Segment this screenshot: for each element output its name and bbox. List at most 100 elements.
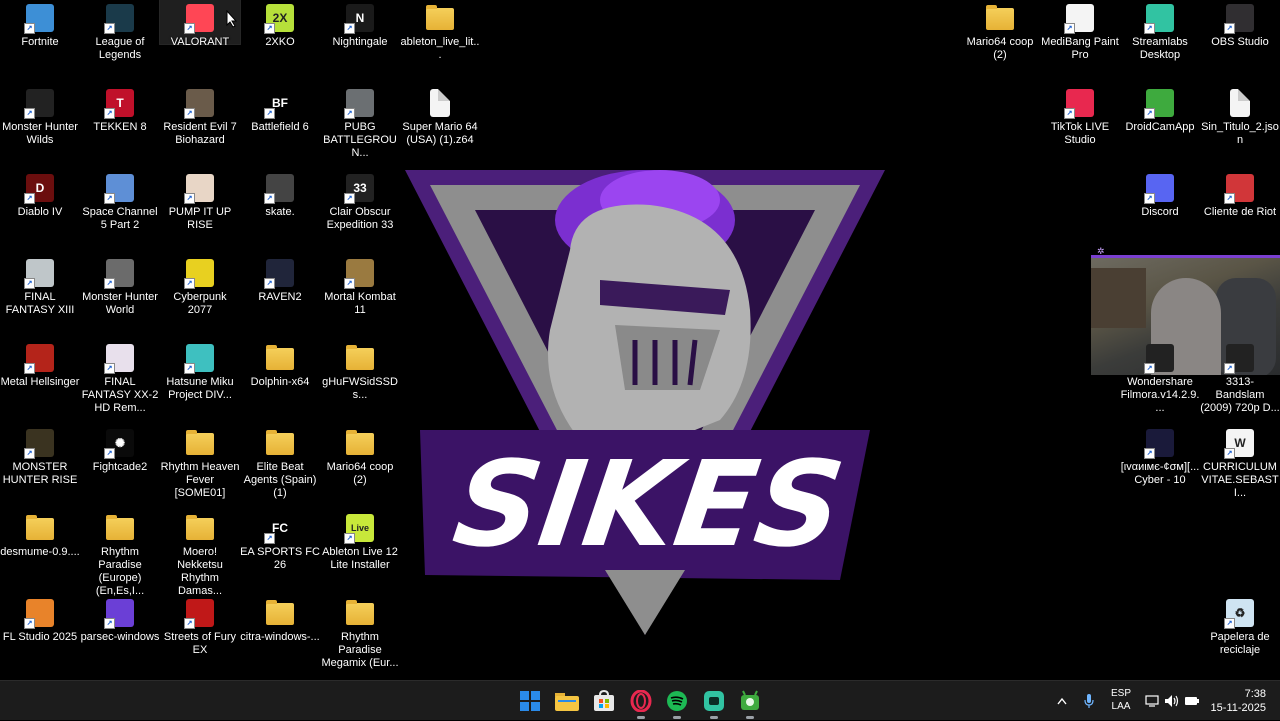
desktop-icon-folder[interactable]: ableton_live_lit...: [400, 0, 480, 80]
desktop-icon-final-fantasy-x[interactable]: ↗ FINAL FANTASY XX-2 HD Rem...: [80, 340, 160, 420]
desktop-icon-folder[interactable]: Mario64 coop (2): [320, 425, 400, 505]
desktop-icon-filmora[interactable]: ↗ Wondershare Filmora.v14.2.9....: [1120, 340, 1200, 420]
desktop-icon-final-fantasy-xiii[interactable]: ↗ FINAL FANTASY XIII: [0, 255, 80, 335]
desktop-icon-metal-hellsinger[interactable]: ↗ Metal Hellsinger: [0, 340, 80, 420]
desktop-icon-folder[interactable]: desmume-0.9....: [0, 510, 80, 590]
desktop-icon-space-channel-5[interactable]: ↗ Space Channel 5 Part 2: [80, 170, 160, 250]
desktop-icon-recycle-bin[interactable]: ♻ ↗ Papelera de reciclaje: [1200, 595, 1280, 675]
desktop-icon-parsec[interactable]: ↗ parsec-windows: [80, 595, 160, 675]
desktop-icon-resident-evil-7[interactable]: ↗ Resident Evil 7 Biohazard: [160, 85, 240, 165]
desktop-icon-label: Moero! Nekketsu Rhythm Damas...: [177, 546, 223, 597]
desktop-icon-video-file[interactable]: ↗ [ιvαиιмє-¢σм][... Cyber - 10: [1120, 425, 1200, 505]
droidcam-taskbar-button[interactable]: [736, 687, 764, 719]
desktop-icon-folder[interactable]: Dolphin-x64: [240, 340, 320, 420]
desktop-icon-streamlabs[interactable]: ↗ Streamlabs Desktop: [1120, 0, 1200, 80]
desktop-icon-medibang-paint[interactable]: ↗ MediBang Paint Pro: [1040, 0, 1120, 80]
folder-icon: [26, 515, 54, 540]
show-hidden-icons-button[interactable]: [1053, 681, 1071, 721]
network-button[interactable]: [1143, 681, 1161, 721]
desktop-icon-word-document[interactable]: W ↗ CURRICULUM VITAE.SEBASTI...: [1200, 425, 1280, 505]
volume-button[interactable]: [1163, 681, 1181, 721]
desktop-icon-label: EA SPORTS FC 26: [240, 546, 320, 571]
desktop-icon-monster-hunter-rise[interactable]: ↗ MONSTER HUNTER RISE: [0, 425, 80, 505]
folder-icon: [266, 345, 294, 370]
clair-obscur-icon: 33 ↗: [344, 174, 374, 204]
desktop-icon-folder[interactable]: gHuFWSidSSDs...: [320, 340, 400, 420]
video-file-icon: ↗: [1224, 344, 1254, 374]
desktop-icon-obs-studio[interactable]: ↗ OBS Studio: [1200, 0, 1280, 80]
input-language-indicator[interactable]: ESP LAA: [1110, 687, 1132, 713]
desktop-icon-tiktok-live[interactable]: ↗ TikTok LIVE Studio: [1040, 85, 1120, 165]
desktop-icon-fl-studio[interactable]: ↗ FL Studio 2025: [0, 595, 80, 675]
icon-glyph: W: [1234, 436, 1246, 450]
filmora-icon: ↗: [1144, 344, 1174, 374]
opera-gx-button[interactable]: [627, 687, 655, 719]
taskbar-clock[interactable]: 7:38 15-11-2025: [1211, 687, 1266, 715]
chevron-up-icon: [1057, 697, 1067, 705]
desktop-icon-label: League of Legends: [95, 36, 145, 61]
desktop-icon-2xko[interactable]: 2X ↗ 2XKO: [240, 0, 320, 80]
desktop-icon-folder[interactable]: Elite Beat Agents (Spain) (1): [240, 425, 320, 505]
monster-hunter-wilds-icon: ↗: [24, 89, 54, 119]
desktop-icon-folder[interactable]: Moero! Nekketsu Rhythm Damas...: [160, 510, 240, 597]
desktop-icon-label: parsec-windows: [80, 631, 160, 643]
shortcut-arrow-icon: ↗: [24, 23, 35, 34]
desktop-icon-mortal-kombat[interactable]: ↗ Mortal Kombat 11: [320, 255, 400, 335]
desktop-icon-label: desmume-0.9....: [0, 546, 80, 558]
shortcut-arrow-icon: ↗: [24, 618, 35, 629]
desktop-icon-droidcam[interactable]: ↗ DroidCamApp: [1120, 85, 1200, 165]
desktop-icon-monster-hunter-world[interactable]: ↗ Monster Hunter World: [80, 255, 160, 335]
microsoft-store-button[interactable]: [590, 687, 618, 715]
desktop-icon-discord[interactable]: ↗ Discord: [1120, 170, 1200, 250]
desktop-icon-nightingale[interactable]: N ↗ Nightingale: [320, 0, 400, 80]
desktop-icon-file[interactable]: Sin_Titulo_2.json: [1200, 85, 1280, 165]
desktop-icon-file[interactable]: Super Mario 64 (USA) (1).z64: [400, 85, 480, 165]
webcam-background-shelf: [1091, 268, 1146, 328]
desktop-icon-label: FINAL FANTASY XX-2 HD Rem...: [81, 376, 159, 414]
desktop-icon-diablo-iv[interactable]: D ↗ Diablo IV: [0, 170, 80, 250]
desktop-icon-riot-client[interactable]: ↗ Cliente de Riot: [1200, 170, 1280, 250]
battery-button[interactable]: [1183, 681, 1201, 721]
desktop-icon-skate[interactable]: ↗ skate.: [240, 170, 320, 250]
file-explorer-button[interactable]: [553, 687, 581, 715]
video-file-icon: ↗: [1144, 429, 1174, 459]
desktop-icon-folder[interactable]: Rhythm Paradise Megamix (Eur...: [320, 595, 400, 675]
desktop-icon-label: Mario64 coop (2): [326, 461, 394, 486]
droidcam-icon: ↗: [1144, 89, 1174, 119]
shortcut-arrow-icon: ↗: [1144, 23, 1155, 34]
monster-hunter-rise-icon: ↗: [24, 429, 54, 459]
desktop-icon-label: Papelera de reciclaje: [1210, 631, 1270, 656]
desktop-icon-fortnite[interactable]: ↗ Fortnite: [0, 0, 80, 80]
start-button[interactable]: [516, 687, 544, 715]
desktop-icon-pubg[interactable]: ↗ PUBG BATTLEGROUN...: [320, 85, 400, 165]
desktop-icon-hatsune-miku[interactable]: ↗ Hatsune Miku Project DIV...: [160, 340, 240, 420]
desktop-icon-label: CURRICULUM VITAE.SEBASTI...: [1201, 461, 1279, 499]
streamlabs-taskbar-button[interactable]: [700, 687, 728, 719]
spotify-button[interactable]: [663, 687, 691, 719]
desktop-icon-cyberpunk[interactable]: ↗ Cyberpunk 2077: [160, 255, 240, 335]
desktop-icon-folder[interactable]: Mario64 coop (2): [960, 0, 1040, 80]
word-document-icon: W ↗: [1224, 429, 1254, 459]
desktop-icon-league-of-legends[interactable]: ↗ League of Legends: [80, 0, 160, 80]
desktop-icon-ea-sports-fc[interactable]: FC ↗ EA SPORTS FC 26: [240, 510, 320, 590]
desktop-icon-label: [ιvαиιмє-¢σм][... Cyber - 10: [1120, 461, 1200, 486]
desktop-icon-label: Hatsune Miku Project DIV...: [166, 376, 234, 401]
desktop-icon-folder[interactable]: Rhythm Paradise (Europe) (En,Es,I...: [80, 510, 160, 597]
desktop-icon-folder[interactable]: Rhythm Heaven Fever [SOME01]: [160, 425, 240, 505]
microphone-button[interactable]: [1080, 681, 1098, 721]
desktop-icon-ableton-live[interactable]: Live ↗ Ableton Live 12 Lite Installer: [320, 510, 400, 590]
desktop-icon-fightcade[interactable]: ✺ ↗ Fightcade2: [80, 425, 160, 505]
desktop-icon-tekken-8[interactable]: T ↗ TEKKEN 8: [80, 85, 160, 165]
desktop-icon-battlefield-6[interactable]: BF ↗ Battlefield 6: [240, 85, 320, 165]
desktop-icon-video-file[interactable]: ↗ 3313- Bandslam (2009) 720p D...: [1200, 340, 1280, 420]
desktop-icon-label: Cliente de Riot: [1203, 206, 1277, 218]
shortcut-arrow-icon: ↗: [104, 448, 115, 459]
ableton-live-icon: Live ↗: [344, 514, 374, 544]
desktop-icon-streets-of-fury[interactable]: ↗ Streets of Fury EX: [160, 595, 240, 675]
desktop-icon-monster-hunter-wilds[interactable]: ↗ Monster Hunter Wilds: [0, 85, 80, 165]
shortcut-arrow-icon: ↗: [344, 108, 355, 119]
desktop-icon-raven2[interactable]: ↗ RAVEN2: [240, 255, 320, 335]
desktop-icon-folder[interactable]: citra-windows-...: [240, 595, 320, 675]
desktop-icon-pump-it-up[interactable]: ↗ PUMP IT UP RISE: [160, 170, 240, 250]
desktop-icon-clair-obscur[interactable]: 33 ↗ Clair Obscur Expedition 33: [320, 170, 400, 250]
